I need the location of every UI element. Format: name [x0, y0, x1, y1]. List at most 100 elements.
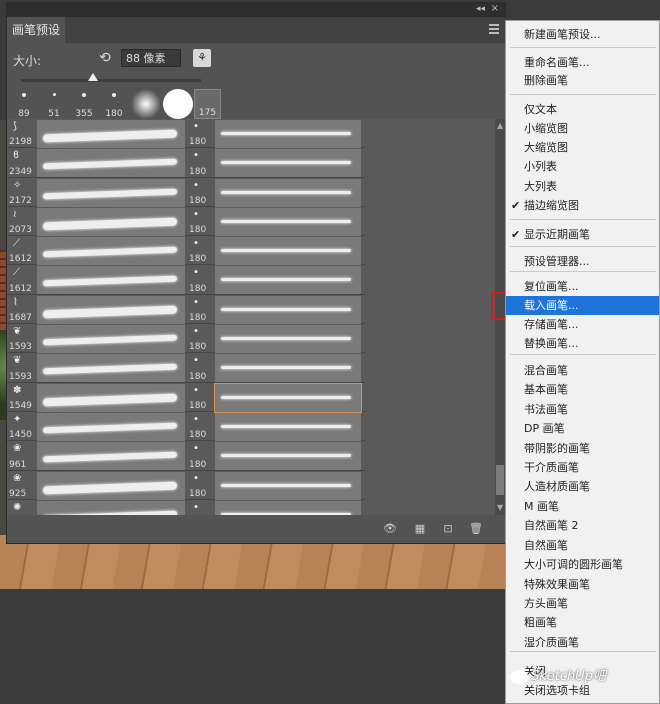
menu-item[interactable]: 大缩览图	[506, 138, 659, 157]
brush-preset[interactable]: ⟋ 1612	[7, 236, 187, 266]
recent-brush-soft-round[interactable]	[131, 89, 161, 119]
menu-separator	[510, 94, 656, 95]
menu-item[interactable]: 书法画笔	[506, 400, 659, 419]
brush-size: 180	[189, 459, 207, 470]
menu-item[interactable]: 大小可调的圆形画笔	[506, 555, 659, 574]
size-slider[interactable]	[21, 73, 201, 82]
menu-item[interactable]: 替换画笔...	[506, 334, 659, 353]
menu-item[interactable]: 删除画笔	[506, 71, 659, 90]
menu-item-label: 关闭选项卡组	[524, 684, 590, 697]
new-preset-icon[interactable]: ⊡	[441, 523, 455, 535]
brush-preset[interactable]: • 180	[187, 207, 365, 237]
brush-preset[interactable]: •180	[187, 265, 365, 295]
menu-item[interactable]: 存储画笔...	[506, 315, 659, 334]
menu-item[interactable]: ✔ 显示近期画笔	[506, 225, 659, 244]
brush-preset[interactable]: •180	[187, 471, 365, 500]
brush-stroke-preview	[215, 412, 361, 441]
brush-preset[interactable]: ⟋ 1612	[7, 265, 187, 295]
brush-tip-toggle-icon[interactable]: ⚘	[193, 49, 211, 67]
brush-preset[interactable]: •180	[187, 324, 365, 354]
menu-item[interactable]: 特殊效果画笔	[506, 575, 659, 594]
menu-item[interactable]: 干介质画笔	[506, 458, 659, 477]
menu-item[interactable]: DP 画笔	[506, 419, 659, 438]
close-icon[interactable]: ×	[491, 3, 499, 14]
brush-stroke-preview	[37, 325, 185, 354]
menu-item[interactable]: ✔ 描边缩览图	[506, 196, 659, 215]
scrollbar-thumb[interactable]	[496, 465, 504, 495]
tab-brush-presets[interactable]: 画笔预设	[7, 17, 65, 43]
brush-preset[interactable]: ✽ 1549	[7, 383, 187, 412]
menu-item[interactable]: M 画笔	[506, 497, 659, 516]
brush-preset[interactable]: •180	[187, 119, 365, 149]
scroll-down-icon[interactable]: ▼	[497, 503, 503, 512]
menu-item[interactable]: 复位画笔...	[506, 277, 659, 296]
scroll-up-icon[interactable]: ▲	[497, 121, 503, 130]
recent-brush-hard-round[interactable]	[163, 89, 193, 119]
menu-item[interactable]: 小列表	[506, 157, 659, 176]
menu-item-label: 自然画笔	[524, 539, 568, 552]
brush-preset[interactable]: ❀ 925	[7, 471, 187, 500]
brush-tip-icon: •	[193, 472, 199, 484]
brush-preset[interactable]: •180	[187, 412, 365, 442]
brush-preset[interactable]: ⌇ 1687	[7, 295, 187, 325]
menu-item[interactable]: 自然画笔	[506, 536, 659, 555]
brush-preset[interactable]: ✺1065	[7, 500, 187, 515]
brush-size: 180	[189, 195, 207, 206]
brush-preset[interactable]: ❦ 1593	[7, 353, 187, 383]
brush-preset[interactable]: •180	[187, 295, 365, 325]
brush-tip-icon: ⟋	[13, 238, 20, 250]
recent-brush-selected[interactable]: 175	[194, 89, 221, 119]
brush-presets-panel: ◂◂ × 画笔预设 大小: ⟲ 88 像素 ⚘ 89 51 355 180 17…	[6, 2, 506, 544]
brush-preset[interactable]: •180	[187, 441, 365, 471]
recent-brush[interactable]: 355	[71, 89, 97, 119]
menu-item[interactable]: 基本画笔	[506, 380, 659, 399]
menu-item[interactable]: 粗画笔	[506, 613, 659, 632]
menu-item-label: 带阴影的画笔	[524, 442, 590, 455]
recent-brush[interactable]: 180	[101, 89, 127, 119]
menu-item[interactable]: 自然画笔 2	[506, 516, 659, 535]
reset-size-icon[interactable]: ⟲	[99, 50, 111, 66]
checkmark-icon: ✔	[511, 228, 521, 241]
brush-preset[interactable]: •180	[187, 236, 365, 266]
menu-item[interactable]: 大列表	[506, 177, 659, 196]
brush-size: 1450	[9, 430, 32, 441]
collapse-icon[interactable]: ◂◂	[476, 4, 485, 14]
menu-item[interactable]: 新建画笔预设...	[506, 25, 659, 44]
brush-panel-icon[interactable]: ▦	[413, 523, 427, 535]
menu-item[interactable]: 载入画笔...	[506, 296, 659, 315]
recent-brush[interactable]: 51	[41, 89, 67, 119]
brush-preset[interactable]: ✦ 1450	[7, 412, 187, 442]
brush-preset[interactable]: ⟆ 2198	[7, 119, 187, 149]
menu-item[interactable]: 预设管理器...	[506, 252, 659, 271]
brush-preset[interactable]: •180	[187, 178, 365, 207]
brush-preset[interactable]: •180	[187, 148, 365, 178]
size-slider-handle[interactable]	[88, 73, 98, 81]
trash-icon[interactable]: 🗑	[469, 523, 483, 535]
recent-brush[interactable]: 89	[11, 89, 37, 119]
size-input[interactable]: 88 像素	[121, 49, 181, 67]
menu-item[interactable]: 仅文本	[506, 100, 659, 119]
menu-item[interactable]: 重命名画笔...	[506, 53, 659, 72]
brush-tip-icon: ⟋	[13, 267, 20, 279]
menu-item[interactable]: 带阴影的画笔	[506, 439, 659, 458]
brush-preset[interactable]: ϐ 2349	[7, 148, 187, 178]
brush-preset[interactable]: •180	[187, 382, 365, 413]
menu-item[interactable]: 混合画笔	[506, 361, 659, 380]
panel-menu-icon[interactable]	[489, 24, 499, 34]
brush-preset[interactable]: ❀ 961	[7, 441, 187, 471]
brush-preset[interactable]: ✧ 2172	[7, 178, 187, 207]
brush-size: 1687	[9, 313, 32, 324]
menu-item[interactable]: 人造材质画笔	[506, 477, 659, 496]
brush-size: 180	[189, 225, 207, 236]
menu-item[interactable]: 方头画笔	[506, 594, 659, 613]
toggle-live-tip-icon[interactable]: 👁	[383, 523, 397, 535]
menu-item[interactable]: 小缩览图	[506, 119, 659, 138]
brush-preset[interactable]: •180	[187, 353, 365, 383]
brush-column-right: • 180 • 180 • 180 • 180 • 180 • 180 • 180 • 180 • 180 • 180…	[187, 119, 365, 515]
brush-tip-icon: ⟆	[13, 121, 17, 132]
brush-preset[interactable]: ≀ 2073	[7, 207, 187, 237]
brush-preset[interactable]: ❦ 1593	[7, 324, 187, 354]
brush-preset[interactable]: •180	[187, 500, 365, 515]
menu-item[interactable]: 湿介质画笔	[506, 633, 659, 652]
brush-tip-icon: •	[193, 208, 199, 220]
